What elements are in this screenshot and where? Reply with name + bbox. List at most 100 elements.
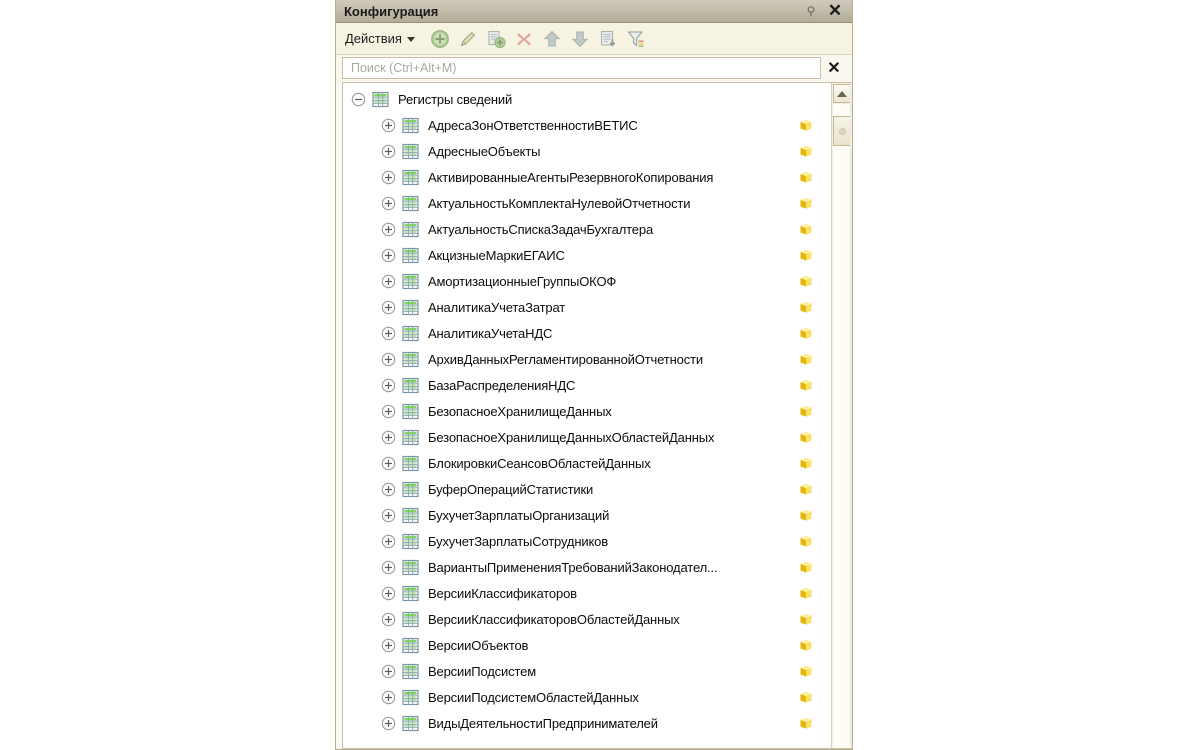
tree-root-row[interactable]: Регистры сведений	[343, 86, 831, 112]
tree-item-label: ВерсииКлассификаторовОбластейДанных	[428, 611, 680, 627]
tree-item-label: АналитикаУчетаНДС	[428, 325, 553, 341]
scroll-up-button[interactable]	[833, 84, 851, 103]
expand-icon[interactable]	[381, 560, 396, 575]
expand-icon[interactable]	[381, 456, 396, 471]
expand-icon[interactable]	[381, 274, 396, 289]
expand-icon[interactable]	[381, 118, 396, 133]
information-register-icon	[402, 429, 419, 446]
tree-item-row[interactable]: БазаРаспределенияНДС	[343, 372, 831, 398]
delete-x-icon[interactable]	[512, 27, 536, 51]
tree-item-label: ВерсииПодсистем	[428, 663, 537, 679]
tree-item-row[interactable]: АдресаЗонОтветственностиВЕТИС	[343, 112, 831, 138]
search-row: ✕	[336, 55, 852, 82]
expand-icon[interactable]	[381, 326, 396, 341]
move-down-icon[interactable]	[568, 27, 592, 51]
tree-item-label: БухучетЗарплатыОрганизаций	[428, 507, 610, 523]
expand-icon[interactable]	[381, 690, 396, 705]
tree-item-row[interactable]: БлокировкиСеансовОбластейДанных	[343, 450, 831, 476]
expand-icon[interactable]	[381, 404, 396, 419]
tree-item-row[interactable]: АрхивДанныхРегламентированнойОтчетности	[343, 346, 831, 372]
information-register-icon	[402, 663, 419, 680]
tree-item-label: ВидыДеятельностиПредпринимателей	[428, 715, 658, 731]
tree-item-row[interactable]: БезопасноеХранилищеДанных	[343, 398, 831, 424]
search-box[interactable]	[342, 57, 821, 79]
toolbar: Действия	[336, 23, 852, 55]
pin-window-button[interactable]: ⚲	[800, 1, 822, 22]
expand-icon[interactable]	[381, 430, 396, 445]
expand-icon[interactable]	[381, 300, 396, 315]
tree-item-row[interactable]: БуферОперацийСтатистики	[343, 476, 831, 502]
information-register-icon	[402, 689, 419, 706]
tree-item-row[interactable]: ВидыДеятельностиПредпринимателей	[343, 710, 831, 736]
expand-icon[interactable]	[381, 716, 396, 731]
expand-icon[interactable]	[381, 222, 396, 237]
expand-icon[interactable]	[381, 508, 396, 523]
tree-item-row[interactable]: ВерсииКлассификаторов	[343, 580, 831, 606]
tree-item-label: ВариантыПримененияТребованийЗаконодател.…	[428, 559, 718, 575]
collapse-icon[interactable]	[351, 92, 366, 107]
expand-icon[interactable]	[381, 534, 396, 549]
scrollbar-thumb[interactable]	[833, 116, 851, 146]
information-register-icon	[402, 715, 419, 732]
tree-item-label: БезопасноеХранилищеДанных	[428, 403, 612, 419]
package-box-icon	[799, 144, 813, 158]
package-box-icon	[799, 560, 813, 574]
sort-list-icon[interactable]	[596, 27, 620, 51]
scrollbar-track[interactable]	[833, 104, 851, 748]
triangle-up-icon	[837, 90, 847, 97]
tree-item-row[interactable]: АктуальностьКомплектаНулевойОтчетности	[343, 190, 831, 216]
package-box-icon	[799, 222, 813, 236]
move-up-icon[interactable]	[540, 27, 564, 51]
filter-funnel-icon[interactable]	[624, 27, 648, 51]
search-input[interactable]	[349, 60, 814, 76]
information-register-icon	[402, 299, 419, 316]
tree-item-row[interactable]: БухучетЗарплатыСотрудников	[343, 528, 831, 554]
tree-item-row[interactable]: АктивированныеАгентыРезервногоКопировани…	[343, 164, 831, 190]
expand-icon[interactable]	[381, 612, 396, 627]
information-register-icon	[402, 247, 419, 264]
expand-icon[interactable]	[381, 586, 396, 601]
copy-add-icon[interactable]	[484, 27, 508, 51]
tree-item-row[interactable]: ВерсииОбъектов	[343, 632, 831, 658]
package-box-icon	[799, 118, 813, 132]
tree-item-label: БлокировкиСеансовОбластейДанных	[428, 455, 651, 471]
package-box-icon	[799, 612, 813, 626]
package-box-icon	[799, 248, 813, 262]
expand-icon[interactable]	[381, 144, 396, 159]
package-box-icon	[799, 586, 813, 600]
expand-icon[interactable]	[381, 170, 396, 185]
tree-item-row[interactable]: АмортизационныеГруппыОКОФ	[343, 268, 831, 294]
tree-item-row[interactable]: АналитикаУчетаНДС	[343, 320, 831, 346]
tree-item-row[interactable]: АналитикаУчетаЗатрат	[343, 294, 831, 320]
tree-item-label: БазаРаспределенияНДС	[428, 377, 576, 393]
information-register-icon	[402, 351, 419, 368]
tree-item-label: ВерсииОбъектов	[428, 637, 529, 653]
tree-item-row[interactable]: АкцизныеМаркиЕГАИС	[343, 242, 831, 268]
package-box-icon	[799, 326, 813, 340]
package-box-icon	[799, 430, 813, 444]
expand-icon[interactable]	[381, 196, 396, 211]
expand-icon[interactable]	[381, 482, 396, 497]
actions-menu-label: Действия	[345, 31, 402, 46]
tree-item-row[interactable]: АдресныеОбъекты	[343, 138, 831, 164]
tree-item-row[interactable]: БезопасноеХранилищеДанныхОбластейДанных	[343, 424, 831, 450]
tree-item-row[interactable]: ВариантыПримененияТребованийЗаконодател.…	[343, 554, 831, 580]
information-register-icon	[402, 169, 419, 186]
vertical-scrollbar[interactable]	[831, 83, 852, 748]
add-icon[interactable]	[428, 27, 452, 51]
actions-menu-button[interactable]: Действия	[342, 28, 420, 49]
tree-item-row[interactable]: ВерсииПодсистемОбластейДанных	[343, 684, 831, 710]
search-clear-button[interactable]: ✕	[821, 57, 847, 79]
close-window-button[interactable]: ✕	[822, 1, 848, 22]
tree-item-row[interactable]: ВерсииПодсистем	[343, 658, 831, 684]
expand-icon[interactable]	[381, 248, 396, 263]
expand-icon[interactable]	[381, 352, 396, 367]
tree-item-row[interactable]: БухучетЗарплатыОрганизаций	[343, 502, 831, 528]
tree-item-row[interactable]: АктуальностьСпискаЗадачБухгалтера	[343, 216, 831, 242]
expand-icon[interactable]	[381, 378, 396, 393]
expand-icon[interactable]	[381, 664, 396, 679]
tree-item-label: БезопасноеХранилищеДанныхОбластейДанных	[428, 429, 715, 445]
tree-item-row[interactable]: ВерсииКлассификаторовОбластейДанных	[343, 606, 831, 632]
edit-pencil-icon[interactable]	[456, 27, 480, 51]
expand-icon[interactable]	[381, 638, 396, 653]
